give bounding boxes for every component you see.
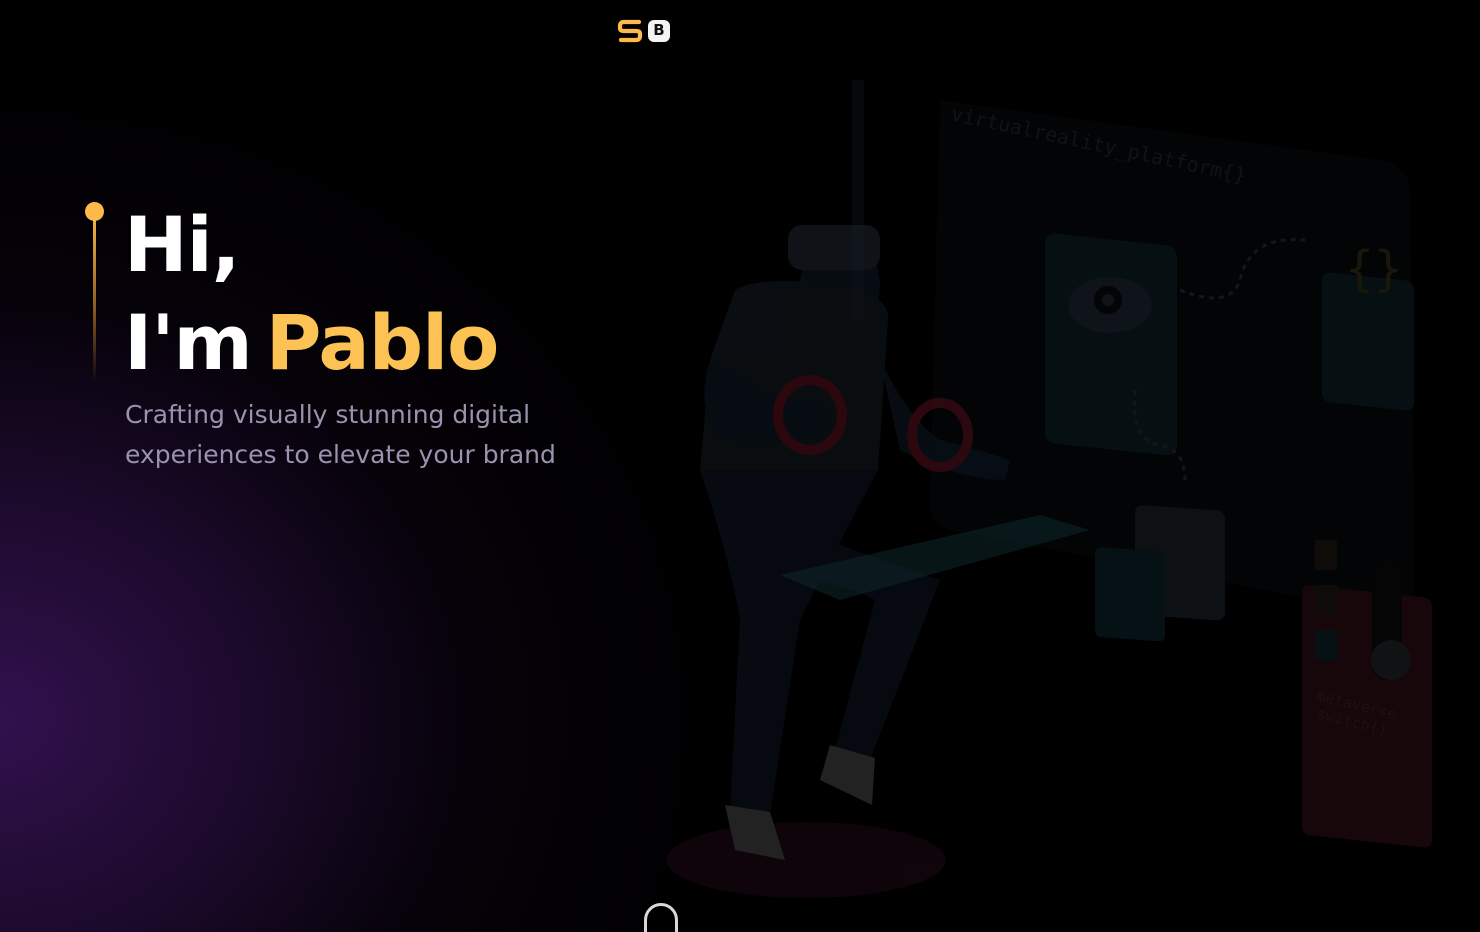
braces-label: {} [1345,241,1403,297]
hero-intro: I'm [124,298,253,387]
vr-illustration: virtualreality_platform{} {} metaverse s… [666,80,1432,898]
hero-accent-line [93,212,96,382]
logo-s-icon [617,19,643,42]
hero-heading: Hi, I'm Pablo [124,196,500,392]
hero-subtitle: Crafting visually stunning digital exper… [125,400,556,469]
logo-b-badge: B [648,19,670,42]
cloud-gear-icon [1068,277,1152,333]
hero-intro-line: I'm Pablo [124,294,500,392]
hero-accent-dot [85,202,104,221]
hero-name: Pablo [265,298,500,387]
site-logo[interactable]: B [617,17,675,44]
mouse-scroll-icon[interactable] [644,903,678,932]
hero-greeting: Hi, [124,200,241,289]
